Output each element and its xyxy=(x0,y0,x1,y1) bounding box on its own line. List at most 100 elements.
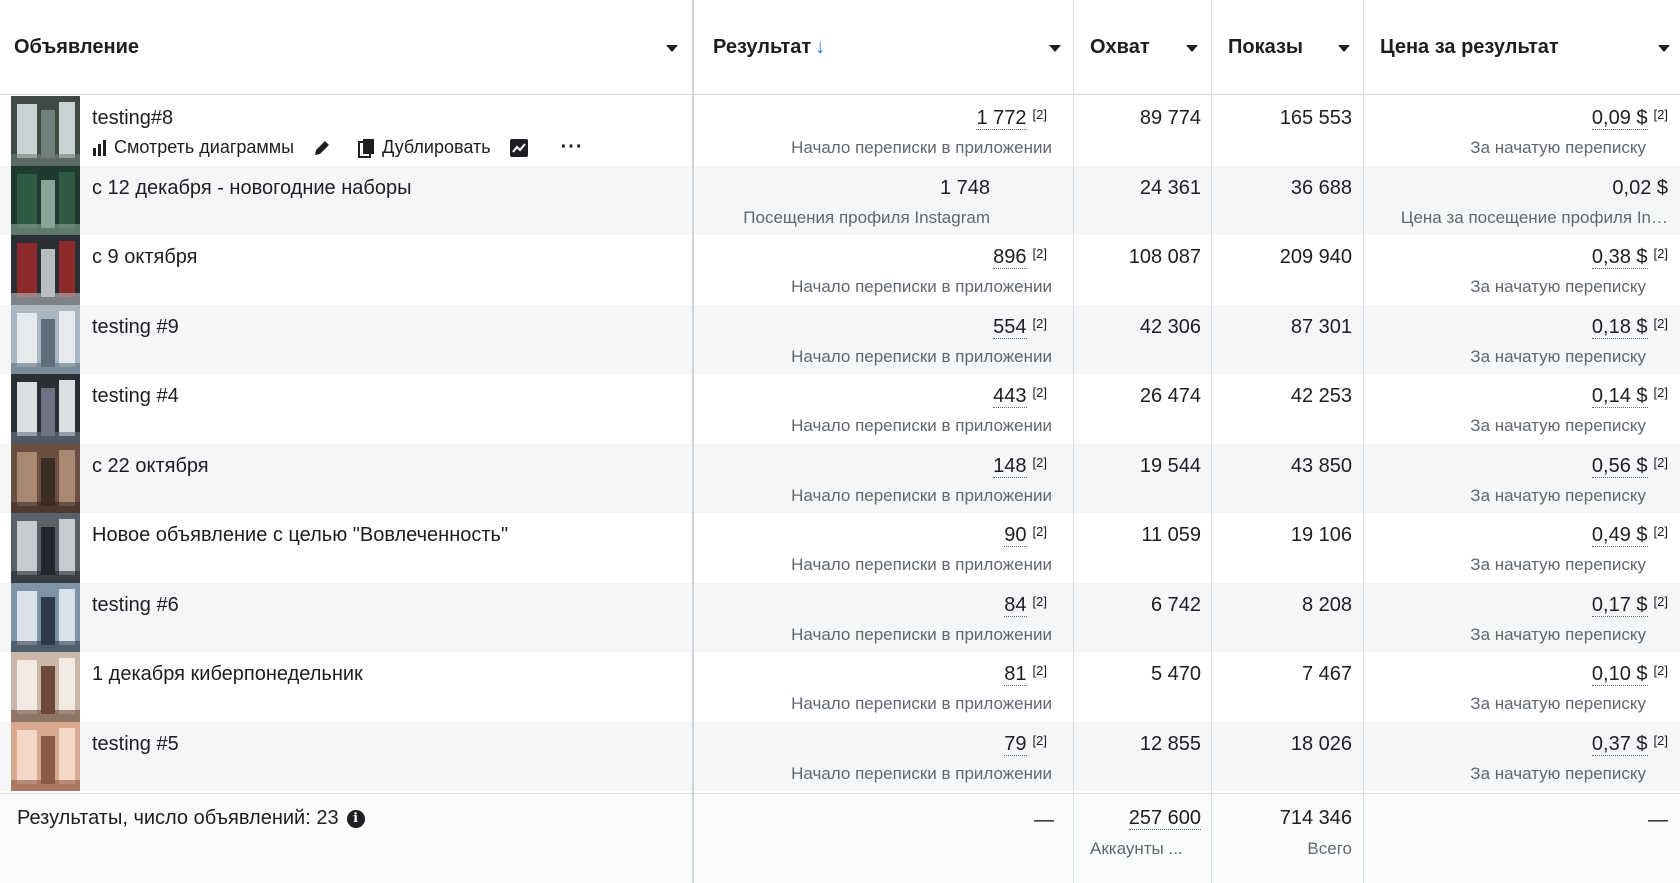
cost-per-result-number[interactable]: 0,02 $ xyxy=(1612,177,1668,199)
cost-per-result-value[interactable]: 0,17 $ [2] xyxy=(1591,593,1668,617)
table-row[interactable]: с 22 октября 148 [2] Начало переписки в п… xyxy=(0,443,1680,513)
duplicate-button[interactable]: Дублировать xyxy=(358,137,491,158)
ad-thumbnail[interactable] xyxy=(11,304,80,374)
column-divider[interactable] xyxy=(692,0,694,883)
ad-name-link[interactable]: Новое объявление с целью "Вовлеченность" xyxy=(92,524,508,547)
cost-per-result-number[interactable]: 0,09 $ xyxy=(1591,107,1648,130)
result-footnote: [2] xyxy=(1032,385,1047,400)
result-value[interactable]: 90 [2] xyxy=(1004,524,1047,547)
cost-per-result-value[interactable]: 0,38 $ [2] xyxy=(1591,246,1668,269)
result-number[interactable]: 79 xyxy=(1004,732,1027,756)
ad-thumbnail[interactable] xyxy=(11,652,80,722)
result-number[interactable]: 1 748 xyxy=(940,177,990,199)
ad-thumbnail[interactable] xyxy=(11,582,80,652)
result-value[interactable]: 84 [2] xyxy=(1004,593,1047,617)
ad-thumbnail[interactable] xyxy=(11,235,80,305)
result-value[interactable]: 81 [2] xyxy=(1004,663,1047,686)
table-row[interactable]: Новое объявление с целью "Вовлеченность"… xyxy=(0,513,1680,583)
result-number[interactable]: 1 772 xyxy=(976,107,1027,130)
column-divider[interactable] xyxy=(1363,0,1364,883)
ad-thumbnail[interactable] xyxy=(11,165,80,235)
result-type-label: Начало переписки в приложении xyxy=(791,555,1052,574)
edit-button[interactable] xyxy=(312,138,338,158)
result-value[interactable]: 443 [2] xyxy=(993,385,1047,408)
column-divider[interactable] xyxy=(1073,0,1074,883)
ad-thumbnail[interactable] xyxy=(11,96,80,166)
impressions-column-dropdown-icon[interactable] xyxy=(1338,45,1350,52)
cost-per-result-value[interactable]: 0,56 $ [2] xyxy=(1591,454,1668,478)
cost-per-result-value[interactable]: 0,49 $ [2] xyxy=(1591,524,1668,547)
cost-per-result-value[interactable]: 0,02 $ xyxy=(1612,177,1668,200)
table-row[interactable]: testing #4 443 [2] Начало переписки в при… xyxy=(0,374,1680,444)
cost-footnote: [2] xyxy=(1653,246,1668,261)
result-value[interactable]: 148 [2] xyxy=(993,454,1047,478)
cost-per-result-number[interactable]: 0,56 $ xyxy=(1591,454,1648,478)
cost-per-result-number[interactable]: 0,14 $ xyxy=(1591,385,1648,408)
result-number[interactable]: 84 xyxy=(1004,593,1027,617)
view-charts-button[interactable]: Смотреть диаграммы xyxy=(92,137,294,158)
result-number[interactable]: 81 xyxy=(1004,663,1027,686)
footer-reach[interactable]: 257 600 xyxy=(1128,807,1201,830)
table-row[interactable]: 1 декабря киберпонедельник 81 [2] Начало … xyxy=(0,652,1680,722)
cost-per-result-value[interactable]: 0,10 $ [2] xyxy=(1591,663,1668,686)
result-value[interactable]: 79 [2] xyxy=(1004,732,1047,756)
table-row[interactable]: testing #6 84 [2] Начало переписки в прил… xyxy=(0,582,1680,652)
result-number[interactable]: 148 xyxy=(993,454,1027,478)
ad-name-link[interactable]: testing #9 xyxy=(92,316,179,339)
column-header-result[interactable]: Результат ↓ xyxy=(713,0,1063,95)
reach-value: 108 087 xyxy=(1128,246,1201,268)
ad-column-dropdown-icon[interactable] xyxy=(666,45,678,52)
cost-per-result-value[interactable]: 0,37 $ [2] xyxy=(1591,732,1668,756)
cost-footnote: [2] xyxy=(1653,385,1668,400)
result-value[interactable]: 1 748 xyxy=(940,177,990,200)
cost-per-result-number[interactable]: 0,49 $ xyxy=(1591,524,1648,547)
ad-name-link[interactable]: с 12 декабря - новогодние наборы xyxy=(92,177,411,200)
ad-thumbnail[interactable] xyxy=(11,443,80,513)
result-value[interactable]: 896 [2] xyxy=(993,246,1047,269)
result-column-dropdown-icon[interactable] xyxy=(1049,45,1061,52)
column-divider[interactable] xyxy=(1211,0,1212,883)
ad-thumbnail[interactable] xyxy=(11,374,80,444)
footer-reach-number[interactable]: 257 600 xyxy=(1128,807,1201,830)
ad-thumbnail[interactable] xyxy=(11,513,80,583)
ad-name-link[interactable]: с 9 октября xyxy=(92,246,198,269)
ad-name-link[interactable]: 1 декабря киберпонедельник xyxy=(92,663,363,686)
reach-value: 6 742 xyxy=(1150,593,1201,616)
result-number[interactable]: 554 xyxy=(993,315,1027,339)
table-row[interactable]: testing #9 554 [2] Начало переписки в при… xyxy=(0,304,1680,374)
cost-per-result-number[interactable]: 0,37 $ xyxy=(1591,732,1648,756)
sort-descending-icon[interactable]: ↓ xyxy=(815,36,825,59)
ad-thumbnail[interactable] xyxy=(11,721,80,791)
column-header-reach[interactable]: Охват xyxy=(1090,0,1222,95)
ad-name-link[interactable]: с 22 октября xyxy=(92,455,209,478)
cost-per-result-value[interactable]: 0,09 $ [2] xyxy=(1591,107,1668,130)
table-row[interactable]: testing #5 79 [2] Начало переписки в прил… xyxy=(0,721,1680,791)
column-header-ad[interactable]: Объявление xyxy=(14,0,681,95)
column-header-impressions[interactable]: Показы xyxy=(1228,0,1368,95)
result-number[interactable]: 443 xyxy=(993,385,1027,408)
cost-per-result-number[interactable]: 0,18 $ xyxy=(1591,315,1648,339)
table-row[interactable]: с 9 октября 896 [2] Начало переписки в пр… xyxy=(0,235,1680,305)
impressions-value: 87 301 xyxy=(1290,315,1352,338)
cost-per-result-number[interactable]: 0,17 $ xyxy=(1591,593,1648,617)
cost-per-result-value[interactable]: 0,14 $ [2] xyxy=(1591,385,1668,408)
result-value[interactable]: 554 [2] xyxy=(993,315,1047,339)
ad-name-link[interactable]: testing #4 xyxy=(92,385,179,408)
ad-name-link[interactable]: testing #6 xyxy=(92,594,179,617)
cost-per-result-value[interactable]: 0,18 $ [2] xyxy=(1591,315,1668,339)
cost-per-result-number[interactable]: 0,38 $ xyxy=(1591,246,1648,269)
info-icon[interactable]: i xyxy=(346,809,365,828)
cpr-column-dropdown-icon[interactable] xyxy=(1658,45,1670,52)
ad-name-link[interactable]: testing#8 xyxy=(92,107,173,130)
insights-button[interactable] xyxy=(509,138,535,158)
column-header-cost-per-result[interactable]: Цена за результат xyxy=(1380,0,1680,95)
result-number[interactable]: 90 xyxy=(1004,524,1027,547)
cost-footnote: [2] xyxy=(1653,663,1668,678)
ad-name-link[interactable]: testing #5 xyxy=(92,733,179,756)
cost-per-result-number[interactable]: 0,10 $ xyxy=(1591,663,1648,686)
reach-column-dropdown-icon[interactable] xyxy=(1186,45,1198,52)
table-row[interactable]: с 12 декабря - новогодние наборы 1 748 П… xyxy=(0,165,1680,235)
result-number[interactable]: 896 xyxy=(993,246,1027,269)
more-options-button[interactable]: ··· xyxy=(561,136,584,159)
result-value[interactable]: 1 772 [2] xyxy=(976,107,1047,130)
